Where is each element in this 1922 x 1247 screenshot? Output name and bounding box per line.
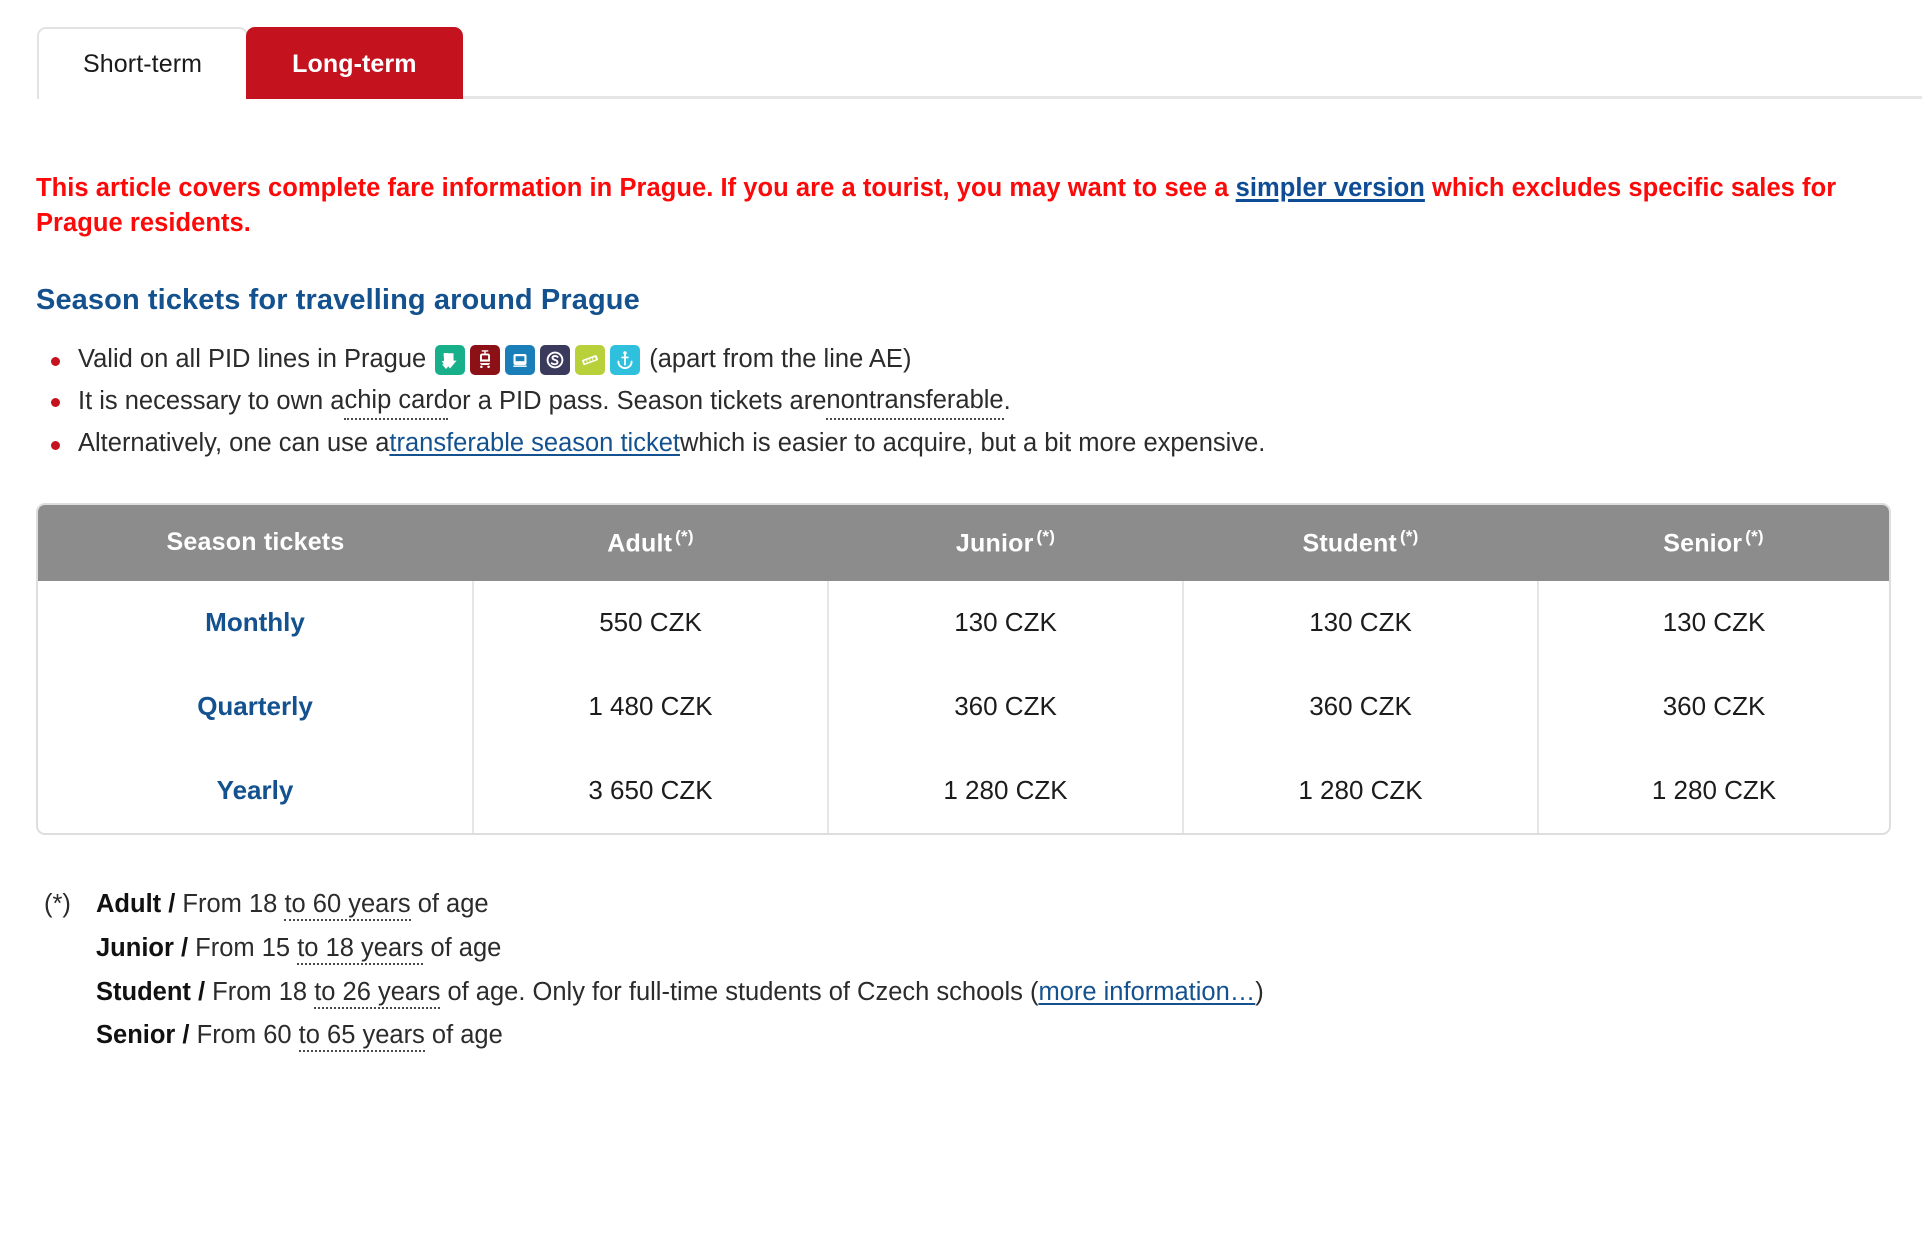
tab-bar: Short-term Long-term [37, 27, 1922, 99]
table-header-cell: Adult (*) [473, 504, 828, 581]
table-cell: 130 CZK [828, 580, 1184, 665]
footnote-post: of age. Only for full-time students of C… [440, 977, 1039, 1006]
header-label: Season tickets [166, 527, 345, 556]
tourist-notice: This article covers complete fare inform… [36, 171, 1891, 241]
nontransferable-abbr[interactable]: nontransferable [826, 384, 1004, 421]
footnote-marker: (*) [675, 526, 694, 546]
footnote-term: Senior / [96, 1021, 190, 1050]
footnote-term: Junior / [96, 933, 189, 962]
page-title: Season tickets for travelling around Pra… [36, 284, 640, 317]
footnote-pre: From 18 [175, 889, 285, 918]
table-cell: 360 CZK [1183, 664, 1539, 749]
age-range-abbr[interactable]: to 18 years [297, 933, 424, 965]
footnote-row: Junior / From 15 to 18 years of age [44, 927, 1922, 971]
info-list: Valid on all PID lines in Prague (apart … [0, 343, 1922, 460]
row-label: Quarterly [38, 664, 474, 749]
table-cell: 360 CZK [1662, 690, 1766, 721]
age-range-abbr[interactable]: to 65 years [298, 1021, 425, 1053]
tab-short-term-label: Short-term [83, 49, 203, 78]
simpler-version-link[interactable]: simpler version [1236, 174, 1425, 202]
table-row: Quarterly 1 480 CZK 360 CZK 360 CZK 360 … [38, 664, 1889, 749]
bullet-2-seg-3: or a PID pass. Season tickets are [447, 387, 827, 416]
table-header-cell: Junior (*) [828, 504, 1183, 581]
footnote-term: Adult / [96, 889, 176, 918]
bullet-3-seg-3: which is easier to acquire, but a bit mo… [679, 429, 1266, 458]
table-cell: 130 CZK [1183, 580, 1539, 665]
bullet-2-seg-5: . [1003, 387, 1011, 416]
header-label: Junior [955, 528, 1034, 557]
bullet-1-text-after: (apart from the line AE) [649, 345, 912, 374]
table-cell: 1 280 CZK [828, 748, 1184, 833]
age-range-abbr[interactable]: to 26 years [314, 977, 441, 1009]
table-row: Yearly 3 650 CZK 1 280 CZK 1 280 CZK 1 2… [38, 748, 1889, 833]
footnote-pre: From 18 [205, 977, 315, 1006]
footnote-marker: (*) [1036, 526, 1056, 546]
header-label: Student [1302, 528, 1397, 557]
tab-short-term[interactable]: Short-term [37, 27, 249, 99]
transport-mode-icons [435, 345, 641, 376]
row-label: Monthly [38, 580, 474, 665]
more-information-link[interactable]: more information… [1038, 978, 1255, 1006]
footnote-post: of age [410, 889, 489, 918]
tab-long-term[interactable]: Long-term [246, 27, 463, 99]
table-cell: 1 280 CZK [1183, 748, 1539, 833]
table-header-row: Season tickets Adult (*) Junior (*) Studen… [38, 504, 1889, 581]
header-label: Senior [1663, 528, 1743, 557]
table-cell: 130 CZK [1662, 606, 1766, 637]
table-cell: 1 480 CZK [473, 664, 829, 749]
table-cell: 1 280 CZK [1651, 774, 1777, 805]
metro-icon [435, 345, 466, 376]
table-cell: 3 650 CZK [473, 748, 829, 833]
footnote-star: (*) [44, 889, 71, 918]
footnotes: (*) Adult / From 18 to 60 years of age Ju… [44, 883, 1922, 1058]
footnote-marker: (*) [1399, 526, 1419, 546]
footnote-post: of age [424, 1021, 503, 1050]
list-item: It is necessary to own a chip card or a … [0, 384, 1922, 421]
footnote-term: Student / [96, 977, 206, 1006]
header-label: Adult [607, 528, 673, 557]
bullet-1-text-before: Valid on all PID lines in Prague [78, 345, 427, 374]
list-item: Alternatively, one can use a transferabl… [0, 427, 1922, 460]
ferry-icon [610, 345, 641, 376]
tab-long-term-label: Long-term [292, 49, 417, 78]
table-row: Monthly 550 CZK 130 CZK 130 CZK 130 CZK [38, 580, 1889, 665]
tram-icon [470, 345, 501, 376]
transferable-season-ticket-link[interactable]: transferable season ticket [389, 427, 680, 460]
footnote-row: Student / From 18 to 26 years of age. On… [44, 971, 1922, 1015]
table-cell: 360 CZK [828, 664, 1184, 749]
footnote-pre: From 60 [189, 1021, 299, 1050]
bullet-2-seg-1: It is necessary to own a [78, 387, 345, 416]
footnote-row: (*) Adult / From 18 to 60 years of age [44, 883, 1922, 927]
age-range-abbr[interactable]: to 60 years [284, 889, 411, 921]
footnote-tail: ) [1255, 977, 1264, 1006]
footnote-pre: From 15 [188, 933, 298, 962]
table-header-cell: Senior (*) [1538, 504, 1889, 581]
chip-card-abbr[interactable]: chip card [344, 384, 448, 421]
bus-icon [505, 345, 536, 376]
fare-info-page: Short-term Long-term This article covers… [0, 27, 1922, 1247]
table-header-cell: Student (*) [1183, 504, 1538, 581]
bullet-3-seg-1: Alternatively, one can use a [78, 429, 390, 458]
table-cell: 550 CZK [473, 580, 829, 665]
footnote-row: Senior / From 60 to 65 years of age [44, 1014, 1922, 1058]
notice-text-before: This article covers complete fare inform… [36, 174, 1236, 202]
list-item: Valid on all PID lines in Prague (apart … [0, 343, 1922, 376]
row-label: Yearly [38, 748, 474, 833]
footnote-marker: (*) [1745, 526, 1764, 546]
footnote-post: of age [423, 933, 502, 962]
table-header-cell: Season tickets [38, 504, 473, 581]
train-icon [540, 345, 571, 376]
season-tickets-table: Season tickets Adult (*) Junior (*) Studen… [36, 502, 1891, 835]
funicular-icon [575, 345, 606, 376]
